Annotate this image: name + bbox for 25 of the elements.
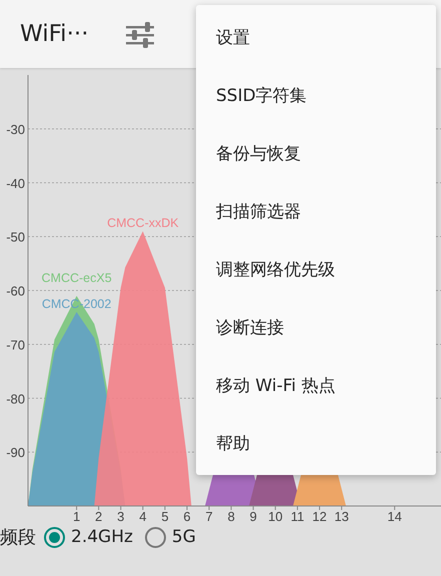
- network-label: CMCC-xxDK: [107, 216, 179, 230]
- y-tick-label: -50: [6, 230, 25, 245]
- x-tick-label: 12: [312, 509, 327, 522]
- y-tick-label: -60: [6, 284, 25, 298]
- x-tick-label: 8: [228, 509, 235, 522]
- y-tick-label: -80: [6, 391, 25, 406]
- x-tick-label: 3: [117, 509, 124, 522]
- y-tick-label: -90: [6, 445, 25, 460]
- y-tick-label: -70: [6, 337, 25, 352]
- x-tick-label: 13: [334, 509, 349, 522]
- x-tick-label: 7: [205, 509, 213, 522]
- band-label: 频段: [0, 526, 36, 549]
- x-tick-label: 9: [250, 509, 257, 522]
- y-tick-label: -30: [6, 122, 25, 137]
- x-tick-label: 11: [290, 509, 304, 522]
- x-tick-label: 2: [95, 509, 102, 522]
- y-tick-label: -40: [6, 176, 25, 191]
- x-tick-label: 10: [268, 509, 283, 522]
- x-tick-label: 1: [72, 509, 80, 522]
- app-title: WiFi···: [20, 21, 89, 47]
- x-tick-label: 6: [183, 509, 191, 522]
- network-label: CMCC-ecX5: [42, 270, 112, 285]
- x-tick-label: 4: [139, 509, 146, 522]
- x-tick-label: 14: [387, 509, 402, 522]
- x-tick-label: 5: [161, 509, 169, 522]
